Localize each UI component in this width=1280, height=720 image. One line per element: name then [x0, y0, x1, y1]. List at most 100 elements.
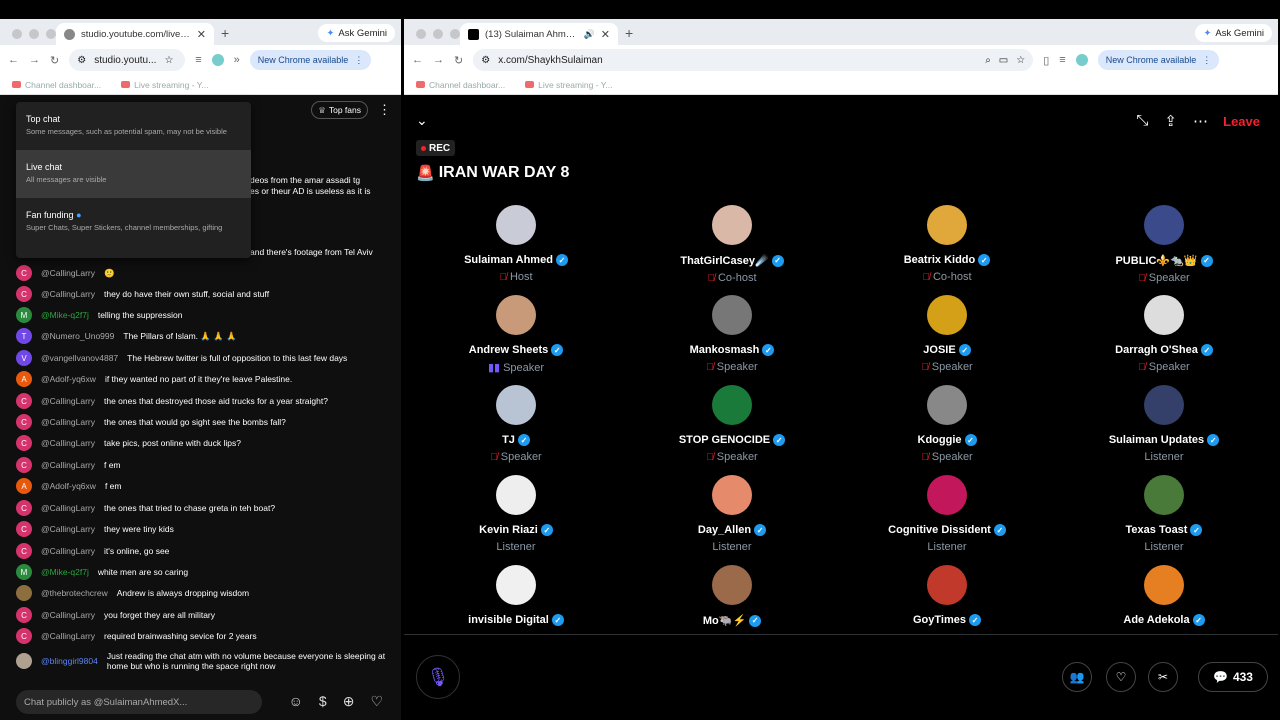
new-chrome-button[interactable]: New Chrome available ⋮: [249, 50, 372, 70]
comments-button[interactable]: 💬 433: [1198, 662, 1268, 692]
avatar[interactable]: [712, 205, 752, 245]
avatar[interactable]: C: [16, 393, 32, 409]
chat-author[interactable]: @CallingLarry: [41, 503, 95, 513]
chat-author[interactable]: @CallingLarry: [41, 268, 95, 278]
cast-icon[interactable]: ▭: [999, 55, 1008, 66]
avatar[interactable]: A: [16, 371, 32, 387]
chat-author[interactable]: @CallingLarry: [41, 610, 95, 620]
zoom-icon[interactable]: ⌕: [985, 55, 991, 66]
avatar[interactable]: C: [16, 543, 32, 559]
chat-author[interactable]: @CallingLarry: [41, 396, 95, 406]
menu-item-top-chat[interactable]: Top chat Some messages, such as potentia…: [16, 102, 251, 150]
close-icon[interactable]: ✕: [197, 28, 206, 41]
back-icon[interactable]: ←: [8, 54, 19, 66]
participant[interactable]: Cognitive Dissident ✓ Listener: [867, 475, 1027, 553]
participant[interactable]: Sulaiman Ahmed ✓ 🎙̸ Host: [436, 205, 596, 283]
avatar[interactable]: [927, 205, 967, 245]
share-icon[interactable]: ⇪: [1164, 112, 1177, 130]
address-bar[interactable]: ⚙ x.com/ShaykhSulaiman ⌕ ▭ ☆: [473, 49, 1034, 71]
top-fans-button[interactable]: ♕ Top fans: [311, 101, 368, 119]
leave-button[interactable]: Leave: [1223, 114, 1260, 129]
new-tab-button[interactable]: +: [625, 25, 633, 41]
address-bar[interactable]: ⚙ studio.youtu... ☆: [69, 49, 186, 71]
profile-avatar[interactable]: [211, 54, 224, 66]
participant[interactable]: invisible Digital ✓: [436, 565, 596, 626]
close-icon[interactable]: ✕: [601, 28, 610, 41]
avatar[interactable]: [712, 295, 752, 335]
window-controls[interactable]: [12, 29, 56, 39]
participant[interactable]: Darragh O'Shea ✓ 🎙̸ Speaker: [1084, 295, 1244, 373]
participant[interactable]: STOP GENOCIDE ✓ 🎙̸ Speaker: [652, 385, 812, 463]
menu-item-live-chat[interactable]: Live chat All messages are visible: [16, 150, 251, 198]
chat-author[interactable]: @CallingLarry: [41, 631, 95, 641]
avatar[interactable]: [1144, 205, 1184, 245]
avatar[interactable]: [927, 295, 967, 335]
chat-input[interactable]: Chat publicly as @SulaimanAhmedX...: [16, 690, 262, 714]
more-icon[interactable]: ⋯: [1193, 112, 1208, 130]
avatar[interactable]: [1144, 565, 1184, 605]
avatar[interactable]: [1144, 295, 1184, 335]
avatar[interactable]: C: [16, 286, 32, 302]
chat-author[interactable]: @CallingLarry: [41, 546, 95, 556]
chat-author[interactable]: @CallingLarry: [41, 438, 95, 448]
avatar[interactable]: [712, 385, 752, 425]
minimize-icon[interactable]: ⤡: [1136, 112, 1148, 130]
more-options-icon[interactable]: ⋮: [378, 102, 391, 118]
chat-author[interactable]: @vangellvanov4887: [41, 353, 118, 363]
avatar[interactable]: M: [16, 307, 32, 323]
reload-icon[interactable]: ↻: [454, 54, 463, 67]
bookmark-channel-dashboard[interactable]: Channel dashboar...: [12, 80, 101, 90]
super-chat-icon[interactable]: $: [319, 693, 327, 710]
avatar[interactable]: [1144, 385, 1184, 425]
participant[interactable]: Kdoggie ✓ 🎙̸ Speaker: [867, 385, 1027, 463]
reload-icon[interactable]: ↻: [50, 54, 59, 67]
avatar[interactable]: [16, 585, 32, 601]
chat-author[interactable]: @CallingLarry: [41, 460, 95, 470]
chat-author[interactable]: @Adolf-yq6xw: [41, 374, 96, 384]
avatar[interactable]: C: [16, 628, 32, 644]
participant[interactable]: PUBLIC⚜️🐀👑 ✓ 🎙̸ Speaker: [1084, 205, 1244, 284]
bookmark-channel-dashboard[interactable]: Channel dashboar...: [416, 80, 505, 90]
tab-x-sulaiman[interactable]: (13) Sulaiman Ahmed (@S 🔊 ✕: [460, 23, 618, 45]
avatar[interactable]: [496, 385, 536, 425]
avatar[interactable]: C: [16, 521, 32, 537]
forward-icon[interactable]: →: [433, 54, 444, 66]
extensions-chevron-icon[interactable]: »: [234, 54, 240, 66]
star-icon[interactable]: ☆: [164, 55, 173, 66]
avatar[interactable]: C: [16, 435, 32, 451]
window-controls[interactable]: [416, 29, 460, 39]
side-panel-icon[interactable]: ▯: [1043, 54, 1049, 67]
chat-author[interactable]: @CallingLarry: [41, 417, 95, 427]
audio-icon[interactable]: 🔊: [584, 29, 595, 40]
react-button[interactable]: ♡: [1106, 662, 1136, 692]
avatar[interactable]: [712, 565, 752, 605]
chat-author[interactable]: @blinggirl9804: [41, 656, 98, 666]
avatar[interactable]: V: [16, 350, 32, 366]
new-chrome-button[interactable]: New Chrome available ⋮: [1097, 50, 1220, 70]
participant[interactable]: ThatGirlCasey☄️ ✓ 🎙̸ Co-host: [652, 205, 812, 284]
avatar[interactable]: C: [16, 265, 32, 281]
heart-icon[interactable]: ♡: [370, 693, 383, 710]
avatar[interactable]: [712, 475, 752, 515]
chat-author[interactable]: @Numero_Uno999: [41, 331, 114, 341]
participant[interactable]: Andrew Sheets ✓ ▮▮ Speaker: [436, 295, 596, 374]
chat-author[interactable]: @Adolf-yq6xw: [41, 481, 96, 491]
participant[interactable]: Kevin Riazi ✓ Listener: [436, 475, 596, 553]
bookmark-live-streaming[interactable]: Live streaming - Y...: [525, 80, 612, 90]
mic-button[interactable]: 🎙: [416, 655, 460, 699]
bookmark-live-streaming[interactable]: Live streaming - Y...: [121, 80, 208, 90]
ask-gemini-button[interactable]: ✦ Ask Gemini: [318, 24, 395, 42]
tab-search-icon[interactable]: ≡: [195, 54, 201, 66]
avatar[interactable]: [927, 385, 967, 425]
chat-author[interactable]: @thebrotechcrew: [41, 588, 108, 598]
avatar[interactable]: C: [16, 457, 32, 473]
avatar[interactable]: C: [16, 414, 32, 430]
avatar[interactable]: [1144, 475, 1184, 515]
chat-author[interactable]: @CallingLarry: [41, 524, 95, 534]
star-icon[interactable]: ☆: [1016, 55, 1025, 66]
emoji-icon[interactable]: ☺: [289, 693, 303, 710]
participant[interactable]: TJ ✓ 🎙̸ Speaker: [436, 385, 596, 463]
people-button[interactable]: 👥: [1062, 662, 1092, 692]
chat-author[interactable]: @CallingLarry: [41, 289, 95, 299]
profile-avatar[interactable]: [1075, 54, 1088, 66]
